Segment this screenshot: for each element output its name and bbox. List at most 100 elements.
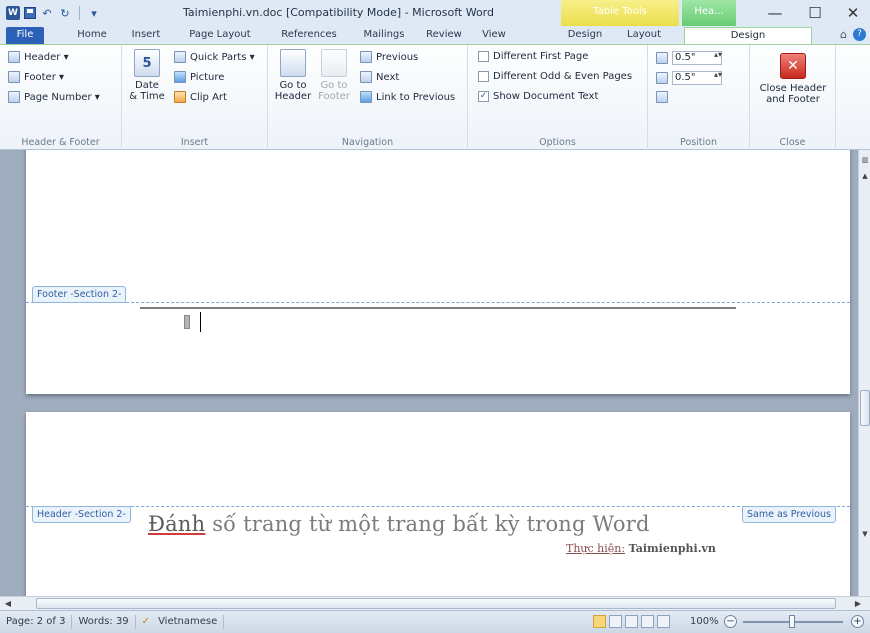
tab-review[interactable]: Review	[418, 27, 470, 44]
page-number-icon	[8, 91, 20, 103]
tab-page-layout[interactable]: Page Layout	[182, 27, 258, 44]
help-icon[interactable]: ?	[853, 28, 866, 41]
go-to-footer-icon	[321, 49, 347, 77]
scroll-right-arrow-icon[interactable]: ▶	[852, 597, 864, 610]
header-position-icon	[656, 52, 668, 64]
quick-access-toolbar: W ↶ ↻ ▾	[0, 6, 101, 20]
next-button[interactable]: Next	[360, 71, 399, 83]
page-1[interactable]: Footer -Section 2-	[26, 150, 850, 394]
header-button[interactable]: Header ▾	[8, 51, 69, 63]
vertical-scroll-thumb[interactable]	[860, 390, 870, 426]
outline-view-icon[interactable]	[641, 615, 654, 628]
footer-section-tag: Footer -Section 2-	[32, 286, 127, 303]
close-window-button[interactable]: ✕	[836, 2, 870, 24]
minimize-button[interactable]: —	[758, 2, 792, 24]
zoom-level[interactable]: 100%	[690, 616, 719, 627]
insert-alignment-tab-button[interactable]	[656, 91, 668, 103]
header-boundary-line	[26, 506, 850, 507]
status-language[interactable]: ✓ Vietnamese	[136, 615, 225, 629]
text-cursor	[200, 312, 201, 332]
different-odd-even-label: Different Odd & Even Pages	[493, 71, 633, 82]
quick-parts-label: Quick Parts ▾	[190, 51, 255, 63]
header-section-tag: Header -Section 2-	[32, 506, 131, 523]
redo-icon[interactable]: ↻	[58, 6, 72, 20]
tab-references[interactable]: References	[276, 27, 342, 44]
tab-layout[interactable]: Layout	[620, 27, 668, 44]
save-icon[interactable]	[24, 7, 36, 19]
tab-design-table[interactable]: Design	[560, 27, 610, 44]
quick-parts-button[interactable]: Quick Parts ▾	[174, 51, 255, 63]
page-2[interactable]: Header -Section 2- Same as Previous Đánh…	[26, 412, 850, 596]
tab-view[interactable]: View	[474, 27, 514, 44]
footer-icon	[8, 71, 20, 83]
picture-button[interactable]: Picture	[174, 71, 224, 83]
draft-view-icon[interactable]	[657, 615, 670, 628]
word-logo-icon[interactable]: W	[6, 6, 20, 20]
page-number-field[interactable]	[184, 315, 190, 329]
zoom-slider-thumb[interactable]	[789, 615, 795, 628]
minimize-ribbon-icon[interactable]: ⌂	[840, 28, 847, 41]
next-label: Next	[376, 71, 400, 83]
zoom-out-icon[interactable]: −	[724, 615, 737, 628]
contextual-header-tools: Hea...	[682, 0, 736, 26]
footer-button[interactable]: Footer ▾	[8, 71, 64, 83]
clip-art-button[interactable]: Clip Art	[174, 91, 227, 103]
different-odd-even-checkbox[interactable]: Different Odd & Even Pages	[478, 71, 632, 82]
maximize-button[interactable]: ☐	[798, 2, 832, 24]
ribbon-tabs: File Home Insert Page Layout References …	[0, 26, 870, 44]
title-bar: W ↶ ↻ ▾ Taimienphi.vn.doc [Compatibility…	[0, 0, 870, 26]
group-insert: 5 Date & Time Quick Parts ▾ Picture Clip…	[122, 45, 268, 151]
go-to-header-icon	[280, 49, 306, 77]
link-to-previous-button[interactable]: Link to Previous	[360, 91, 455, 103]
ruler-toggle-icon[interactable]: ▥	[860, 156, 870, 164]
footer-from-bottom-spinner[interactable]: 0.5"	[672, 71, 722, 85]
alignment-tab-icon	[656, 91, 668, 103]
scroll-left-arrow-icon[interactable]: ◀	[2, 597, 14, 610]
tab-insert[interactable]: Insert	[124, 27, 168, 44]
status-words[interactable]: Words: 39	[72, 615, 136, 629]
group-navigation: Go to Header Go to Footer Previous Next …	[268, 45, 468, 151]
close-header-footer-button[interactable]: ✕ Close Header and Footer	[758, 53, 828, 105]
print-layout-view-icon[interactable]	[593, 615, 606, 628]
previous-button[interactable]: Previous	[360, 51, 418, 63]
group-close: ✕ Close Header and Footer Close	[750, 45, 836, 151]
status-page[interactable]: Page: 2 of 3	[0, 615, 73, 629]
horizontal-scrollbar[interactable]: ◀ ▶	[0, 596, 870, 610]
page-number-button[interactable]: Page Number ▾	[8, 91, 100, 103]
calendar-icon: 5	[134, 49, 160, 77]
horizontal-scroll-thumb[interactable]	[36, 598, 836, 609]
tab-mailings[interactable]: Mailings	[358, 27, 410, 44]
group-label-position: Position	[680, 137, 717, 148]
web-layout-view-icon[interactable]	[625, 615, 638, 628]
different-first-page-checkbox[interactable]: Different First Page	[478, 51, 588, 62]
previous-icon	[360, 51, 372, 63]
customize-qat-icon[interactable]: ▾	[87, 6, 101, 20]
vertical-scrollbar[interactable]: ▥ ▲ ▼	[858, 150, 870, 596]
group-label-options: Options	[539, 137, 576, 148]
undo-icon[interactable]: ↶	[40, 6, 54, 20]
document-heading[interactable]: Đánh số trang từ một trang bất kỳ trong …	[148, 512, 650, 536]
close-header-footer-label: Close Header and Footer	[759, 83, 827, 105]
page-number-label: Page Number ▾	[24, 91, 100, 103]
go-to-footer-label: Go to Footer	[318, 80, 350, 102]
group-position: 0.5" 0.5" Position	[648, 45, 750, 151]
show-document-text-checkbox[interactable]: ✓ Show Document Text	[478, 91, 598, 102]
go-to-header-button[interactable]: Go to Header	[274, 49, 312, 102]
scroll-down-arrow-icon[interactable]: ▼	[860, 530, 870, 538]
group-options: Different First Page Different Odd & Eve…	[468, 45, 648, 151]
tab-design-header-footer[interactable]: Design	[684, 27, 812, 44]
close-header-footer-icon: ✕	[780, 53, 806, 79]
heading-first-word: Đánh	[148, 512, 206, 536]
tab-home[interactable]: Home	[70, 27, 114, 44]
document-byline[interactable]: Thực hiện: Taimienphi.vn	[566, 542, 716, 555]
date-time-label: Date & Time	[129, 80, 165, 102]
header-from-top-spinner[interactable]: 0.5"	[672, 51, 722, 65]
date-time-button[interactable]: 5 Date & Time	[128, 49, 166, 102]
different-odd-even-check-icon	[478, 71, 489, 82]
zoom-in-icon[interactable]: +	[851, 615, 864, 628]
tab-file[interactable]: File	[6, 27, 44, 44]
link-to-previous-label: Link to Previous	[376, 91, 456, 103]
scroll-up-arrow-icon[interactable]: ▲	[860, 172, 870, 180]
group-label-navigation: Navigation	[341, 137, 394, 148]
full-screen-reading-view-icon[interactable]	[609, 615, 622, 628]
